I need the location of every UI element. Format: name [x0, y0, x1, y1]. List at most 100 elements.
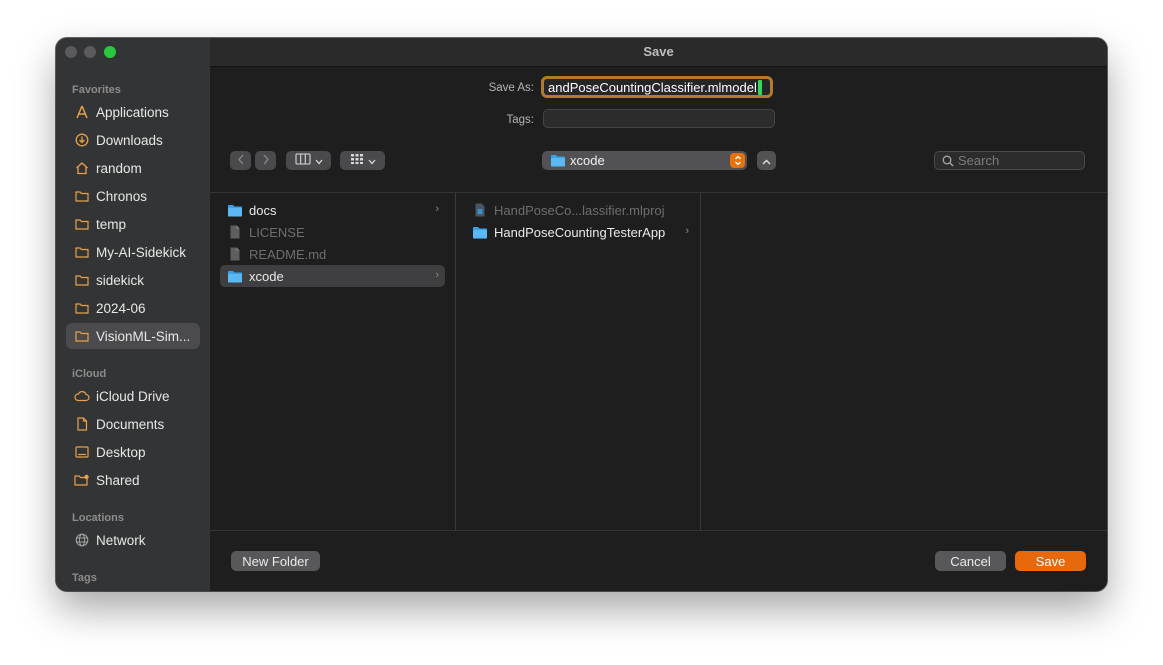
cloud-icon [74, 388, 90, 404]
sidebar-item-shared[interactable]: Shared [66, 467, 200, 493]
view-mode-button[interactable] [286, 151, 331, 170]
sidebar-item-label: iCloud Drive [96, 388, 170, 404]
list-item[interactable]: HandPoseCountingTesterApp › [465, 221, 695, 243]
folder-icon [227, 202, 243, 218]
sidebar-heading-favorites: Favorites [72, 84, 121, 96]
forward-button[interactable] [255, 151, 276, 170]
save-dialog: Favorites Applications Downloads random … [56, 38, 1107, 591]
close-window-button[interactable] [65, 46, 77, 58]
sidebar-item-icloud-drive[interactable]: iCloud Drive [66, 383, 200, 409]
collapse-dialog-button[interactable] [757, 151, 776, 170]
list-item[interactable]: docs › [220, 199, 445, 221]
chevron-right-icon: › [435, 203, 439, 215]
sidebar-heading-locations: Locations [72, 512, 124, 524]
save-as-value: andPoseCountingClassifier.mlmodel [548, 79, 757, 95]
item-label: HandPoseCountingTesterApp [494, 224, 666, 240]
sidebar-item-label: Documents [96, 416, 165, 432]
save-as-field[interactable]: andPoseCountingClassifier.mlmodel [541, 76, 773, 98]
grid-icon [350, 152, 364, 170]
sidebar-item-network[interactable]: Network [66, 527, 200, 553]
document-icon [74, 416, 90, 432]
sidebar-item-my-ai-sidekick[interactable]: My-AI-Sidekick [66, 239, 200, 265]
mlproj-file-icon [472, 202, 488, 218]
folder-icon [227, 268, 243, 284]
sidebar-item-label: Chronos [96, 188, 148, 204]
chevron-right-icon: › [685, 225, 689, 237]
list-item: README.md [220, 243, 445, 265]
search-field[interactable] [934, 151, 1085, 170]
chevron-down-icon [315, 152, 323, 170]
sidebar-item-temp[interactable]: temp [66, 211, 200, 237]
sidebar-item-visionml[interactable]: VisionML-Sim... [66, 323, 200, 349]
zoom-window-button[interactable] [104, 46, 116, 58]
group-by-button[interactable] [340, 151, 385, 170]
sidebar-item-desktop[interactable]: Desktop [66, 439, 200, 465]
column-2: HandPoseCo...lassifier.mlproj HandPoseCo… [455, 193, 701, 530]
column-3 [700, 193, 1107, 530]
item-label: LICENSE [249, 224, 305, 240]
list-item: HandPoseCo...lassifier.mlproj [465, 199, 695, 221]
sidebar-item-downloads[interactable]: Downloads [66, 127, 200, 153]
sidebar-item-label: Downloads [96, 132, 163, 148]
column-browser: docs › LICENSE README.md xcode › HandPos… [210, 192, 1107, 531]
chevron-up-icon [762, 152, 771, 170]
sidebar-item-documents[interactable]: Documents [66, 411, 200, 437]
tags-field[interactable] [543, 109, 775, 128]
folder-icon [74, 188, 90, 204]
minimize-window-button[interactable] [84, 46, 96, 58]
sidebar-item-label: Shared [96, 472, 140, 488]
applications-icon [74, 104, 90, 120]
list-item[interactable]: xcode › [220, 265, 445, 287]
shared-folder-icon [74, 472, 90, 488]
sidebar-item-sidekick[interactable]: sidekick [66, 267, 200, 293]
cancel-button[interactable]: Cancel [935, 551, 1006, 571]
home-icon [74, 160, 90, 176]
folder-icon [74, 216, 90, 232]
downloads-icon [74, 132, 90, 148]
sidebar-item-label: Desktop [96, 444, 146, 460]
sidebar-item-label: 2024-06 [96, 300, 146, 316]
folder-icon [74, 272, 90, 288]
chevron-right-icon [262, 152, 270, 170]
sidebar-item-label: VisionML-Sim... [96, 328, 191, 344]
sidebar-item-label: Network [96, 532, 146, 548]
sidebar-item-chronos[interactable]: Chronos [66, 183, 200, 209]
file-icon [227, 224, 243, 240]
folder-icon [550, 154, 566, 167]
column-1: docs › LICENSE README.md xcode › [210, 193, 456, 530]
window-title: Save [643, 44, 674, 59]
folder-icon [74, 244, 90, 260]
up-down-chevron-icon [730, 153, 745, 168]
sidebar: Favorites Applications Downloads random … [56, 38, 210, 591]
columns-view-icon [294, 152, 311, 170]
sidebar-item-label: temp [96, 216, 127, 232]
save-button[interactable]: Save [1015, 551, 1086, 571]
sidebar-item-label: Applications [96, 104, 169, 120]
sidebar-heading-icloud: iCloud [72, 368, 107, 380]
search-input[interactable] [958, 153, 1078, 168]
folder-icon [74, 328, 90, 344]
back-button[interactable] [230, 151, 251, 170]
sidebar-item-label: sidekick [96, 272, 145, 288]
new-folder-button[interactable]: New Folder [231, 551, 320, 571]
titlebar: Save [210, 38, 1107, 67]
sidebar-heading-tags: Tags [72, 572, 97, 584]
desktop-icon [74, 444, 90, 460]
tags-label: Tags: [506, 114, 535, 126]
search-icon [942, 155, 954, 167]
main-area: Save Save As: andPoseCountingClassifier.… [210, 38, 1107, 591]
file-icon [227, 246, 243, 262]
chevron-right-icon: › [435, 269, 439, 281]
text-caret [757, 79, 762, 95]
folder-icon [472, 224, 488, 240]
save-as-label: Save As: [488, 82, 534, 94]
chevron-down-icon [368, 152, 376, 170]
sidebar-item-random[interactable]: random [66, 155, 200, 181]
sidebar-item-2024-06[interactable]: 2024-06 [66, 295, 200, 321]
sidebar-item-label: My-AI-Sidekick [96, 244, 187, 260]
item-label: xcode [249, 268, 284, 284]
location-popup[interactable]: xcode [542, 151, 747, 170]
sidebar-item-label: random [96, 160, 142, 176]
chevron-left-icon [237, 152, 245, 170]
sidebar-item-applications[interactable]: Applications [66, 99, 200, 125]
